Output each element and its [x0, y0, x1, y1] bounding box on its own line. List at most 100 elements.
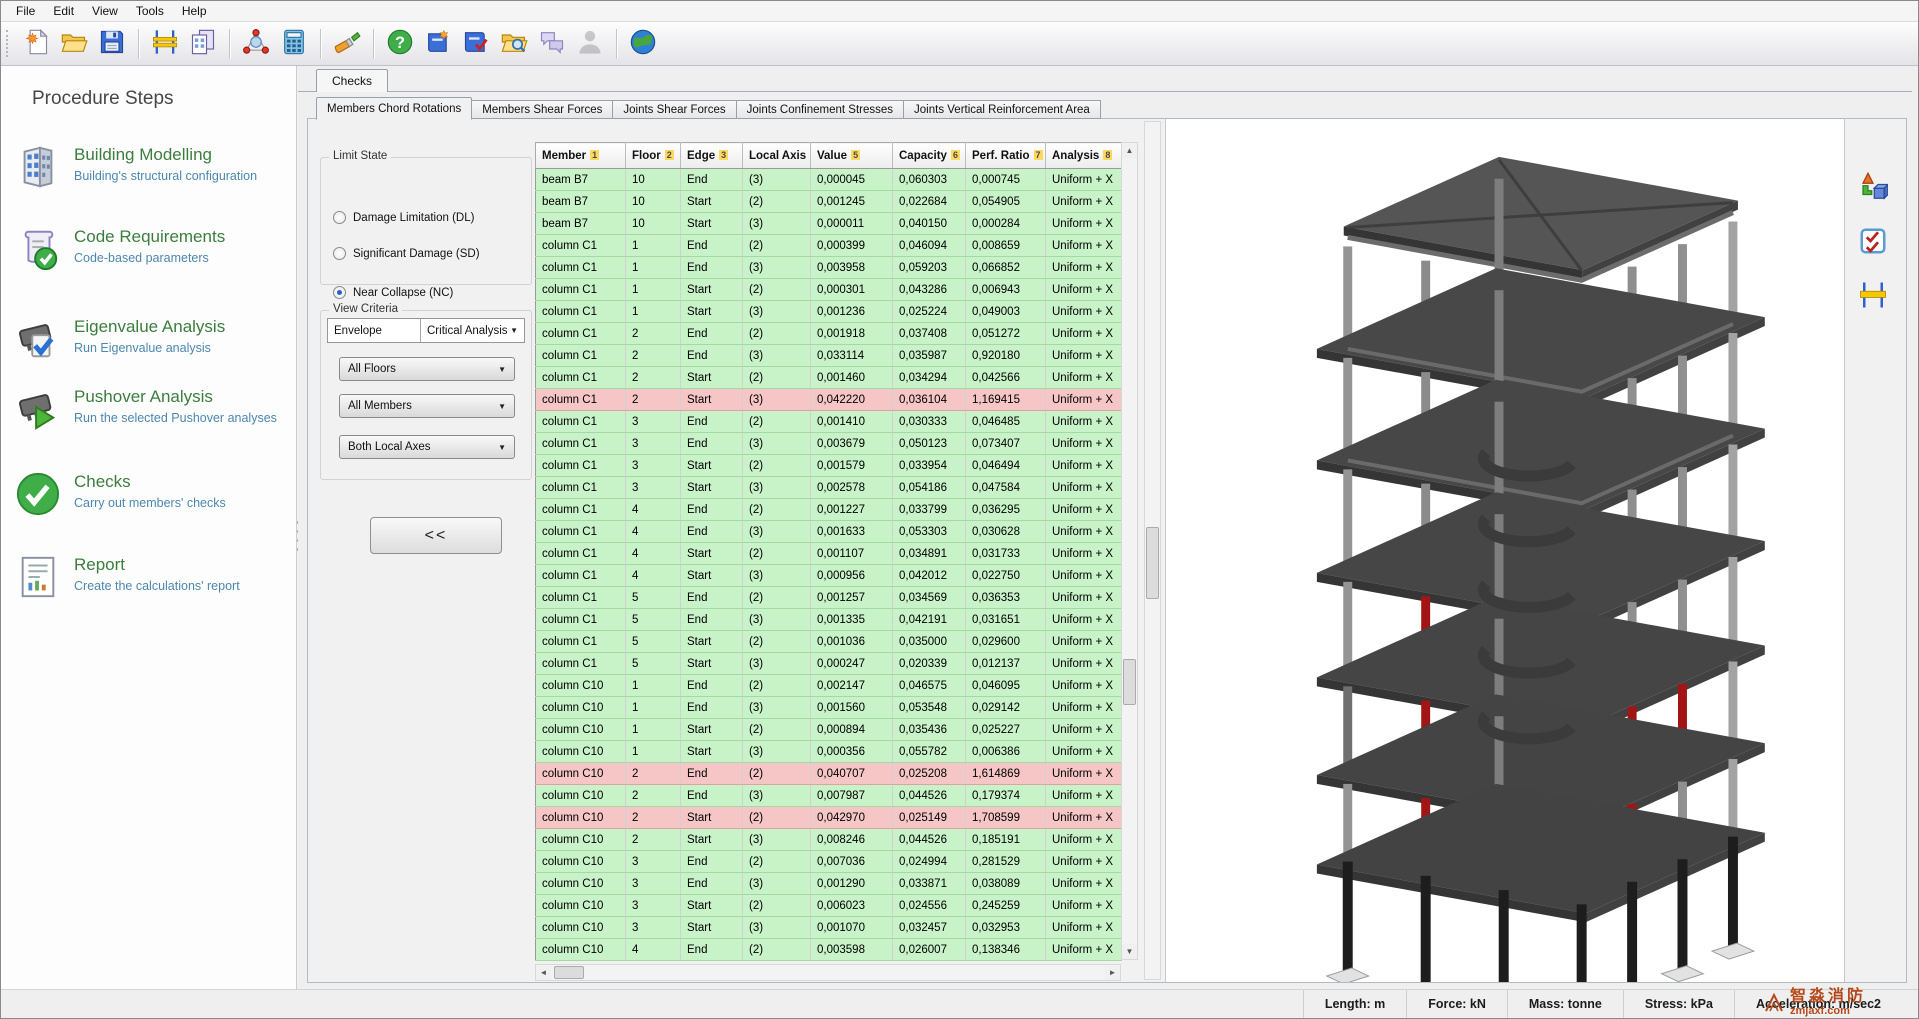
frame-section-button[interactable]: [1855, 278, 1891, 314]
table-row-critical[interactable]: column C1 2 Start (3) 0,042220 0,036104 1,1694…: [535, 388, 1122, 411]
scroll-down-icon[interactable]: ▼: [1122, 944, 1137, 959]
table-row[interactable]: beam B7 10 End (3) 0,000045 0,060303 0,000745 U…: [535, 168, 1122, 191]
table-row[interactable]: column C1 4 End (2) 0,001227 0,033799 0,036295…: [535, 498, 1122, 521]
table-row[interactable]: beam B7 10 Start (2) 0,001245 0,022684 0,05490…: [535, 190, 1122, 213]
frame-button[interactable]: [147, 26, 183, 62]
paintbrush-button[interactable]: [329, 26, 365, 62]
sidebar-item-pushover-analysis[interactable]: Pushover Analysis Run the selected Pushov…: [15, 386, 290, 432]
subtab-members-chord-rotations[interactable]: Members Chord Rotations: [316, 97, 473, 120]
envelope-mode-combo[interactable]: Envelope Critical Analysis ▼: [327, 318, 525, 343]
table-row[interactable]: column C10 1 End (2) 0,002147 0,046575 0,04609…: [535, 674, 1122, 697]
table-row[interactable]: column C10 3 Start (3) 0,001070 0,032457 0,032…: [535, 916, 1122, 939]
scroll-right-icon[interactable]: ►: [1105, 965, 1120, 980]
table-row[interactable]: column C1 2 End (3) 0,033114 0,035987 0,920180…: [535, 344, 1122, 367]
calculator-button[interactable]: [276, 26, 312, 62]
checklist-button[interactable]: [1855, 224, 1891, 260]
radio-near-collapse-nc[interactable]: Near Collapse (NC): [333, 286, 453, 299]
sidebar-item-building-modelling[interactable]: Building Modelling Building's structural …: [15, 144, 290, 190]
col-floor[interactable]: Floor 2: [625, 142, 681, 169]
local-axes-combo[interactable]: Both Local Axes ▼: [339, 435, 515, 459]
sidebar-item-checks[interactable]: Checks Carry out members' checks: [15, 471, 290, 517]
save-button[interactable]: [94, 26, 130, 62]
displacement-cube-button[interactable]: [1855, 170, 1891, 206]
table-row[interactable]: column C1 5 Start (2) 0,001036 0,035000 0,0296…: [535, 630, 1122, 653]
table-row[interactable]: column C1 1 Start (3) 0,001236 0,025224 0,0490…: [535, 300, 1122, 323]
cell: 1: [625, 740, 681, 763]
table-row[interactable]: column C1 2 End (2) 0,001918 0,037408 0,051272…: [535, 322, 1122, 345]
table-row[interactable]: column C10 3 Start (2) 0,006023 0,024556 0,245…: [535, 894, 1122, 917]
col-analysis[interactable]: Analysis 8: [1045, 142, 1122, 169]
new-document-button[interactable]: [18, 26, 54, 62]
table-hscroll-thumb[interactable]: [554, 966, 584, 979]
table-row[interactable]: column C10 1 Start (3) 0,000356 0,055782 0,006…: [535, 740, 1122, 763]
menu-help[interactable]: Help: [173, 2, 216, 20]
help-button[interactable]: ?: [382, 26, 418, 62]
menu-view[interactable]: View: [83, 2, 127, 20]
table-vscroll-thumb[interactable]: [1123, 659, 1136, 705]
tab-checks[interactable]: Checks: [316, 69, 389, 92]
table-row[interactable]: column C1 4 End (3) 0,001633 0,053303 0,030628…: [535, 520, 1122, 543]
collapse-panel-button[interactable]: <<: [370, 517, 502, 554]
comments-button[interactable]: [534, 26, 570, 62]
table-row-critical[interactable]: column C10 2 End (2) 0,040707 0,025208 1,61486…: [535, 762, 1122, 785]
scroll-left-icon[interactable]: ◄: [536, 965, 551, 980]
table-row[interactable]: column C10 3 End (3) 0,001290 0,033871 0,03808…: [535, 872, 1122, 895]
table-row[interactable]: column C1 1 End (3) 0,003958 0,059203 0,066852…: [535, 256, 1122, 279]
table-row[interactable]: column C1 3 Start (3) 0,002578 0,054186 0,0475…: [535, 476, 1122, 499]
table-row[interactable]: column C1 2 Start (2) 0,001460 0,034294 0,0425…: [535, 366, 1122, 389]
table-row[interactable]: column C1 1 End (2) 0,000399 0,046094 0,008659…: [535, 234, 1122, 257]
model-3d-button[interactable]: [238, 26, 274, 62]
sidebar-item-report[interactable]: Report Create the calculations' report: [15, 554, 290, 600]
open-folder-button[interactable]: [56, 26, 92, 62]
book-check-button[interactable]: [458, 26, 494, 62]
scroll-up-icon[interactable]: ▲: [1122, 143, 1137, 158]
table-row-critical[interactable]: column C10 2 Start (2) 0,042970 0,025149 1,708…: [535, 806, 1122, 829]
globe-button[interactable]: [625, 26, 661, 62]
table-row[interactable]: beam B7 10 Start (3) 0,000011 0,040150 0,00028…: [535, 212, 1122, 235]
radio-damage-limitation-dl[interactable]: Damage Limitation (DL): [333, 211, 474, 224]
menu-file[interactable]: File: [7, 2, 44, 20]
col-value[interactable]: Value 5: [810, 142, 893, 169]
menu-edit[interactable]: Edit: [44, 2, 83, 20]
col-edge[interactable]: Edge 3: [680, 142, 743, 169]
table-row[interactable]: column C1 5 Start (3) 0,000247 0,020339 0,0121…: [535, 652, 1122, 675]
all-members-combo[interactable]: All Members ▼: [339, 394, 515, 418]
table-row[interactable]: column C10 2 Start (3) 0,008246 0,044526 0,185…: [535, 828, 1122, 851]
radio-significant-damage-sd[interactable]: Significant Damage (SD): [333, 247, 480, 260]
table-vscrollbar[interactable]: ▲ ▼: [1121, 142, 1138, 960]
table-row[interactable]: column C1 3 End (3) 0,003679 0,050123 0,073407…: [535, 432, 1122, 455]
table-row[interactable]: column C1 3 End (2) 0,001410 0,030333 0,046485…: [535, 410, 1122, 433]
user-disabled-button[interactable]: [572, 26, 608, 62]
sidebar-item-eigenvalue-analysis[interactable]: Eigenvalue Analysis Run Eigenvalue analys…: [15, 316, 290, 362]
table-row[interactable]: column C1 4 Start (3) 0,000956 0,042012 0,0227…: [535, 564, 1122, 587]
col-local-axis[interactable]: Local Axis4: [742, 142, 811, 169]
subtab-joints-confinement-stresses[interactable]: Joints Confinement Stresses: [736, 100, 905, 119]
table-row[interactable]: column C10 2 End (3) 0,007987 0,044526 0,17937…: [535, 784, 1122, 807]
table-row[interactable]: column C10 1 Start (2) 0,000894 0,035436 0,025…: [535, 718, 1122, 741]
panel-vscroll-thumb[interactable]: [1146, 527, 1159, 599]
table-hscrollbar[interactable]: ◄ ►: [535, 964, 1121, 981]
table-row[interactable]: column C1 3 Start (2) 0,001579 0,033954 0,0464…: [535, 454, 1122, 477]
table-row[interactable]: column C10 3 End (2) 0,007036 0,024994 0,28152…: [535, 850, 1122, 873]
col-sort-number: 3: [719, 149, 729, 160]
sidebar-item-code-requirements[interactable]: Code Requirements Code-based parameters: [15, 226, 290, 272]
col-perf-ratio[interactable]: Perf. Ratio 7: [965, 142, 1046, 169]
subtab-joints-shear-forces[interactable]: Joints Shear Forces: [613, 100, 737, 119]
table-row[interactable]: column C1 4 Start (2) 0,001107 0,034891 0,0317…: [535, 542, 1122, 565]
col-member[interactable]: Member 1: [535, 142, 626, 169]
book-add-button[interactable]: [420, 26, 456, 62]
model-3d-viewport[interactable]: [1165, 119, 1845, 1018]
panel-vscrollbar[interactable]: [1144, 121, 1161, 980]
folder-search-button[interactable]: [496, 26, 532, 62]
building-report-button[interactable]: [185, 26, 221, 62]
col-capacity[interactable]: Capacity 6: [892, 142, 966, 169]
table-row[interactable]: column C1 5 End (3) 0,001335 0,042191 0,031651…: [535, 608, 1122, 631]
table-row[interactable]: column C1 5 End (2) 0,001257 0,034569 0,036353…: [535, 586, 1122, 609]
menu-tools[interactable]: Tools: [127, 2, 173, 20]
table-row[interactable]: column C10 1 End (3) 0,001560 0,053548 0,02914…: [535, 696, 1122, 719]
subtab-members-shear-forces[interactable]: Members Shear Forces: [472, 100, 614, 119]
all-floors-combo[interactable]: All Floors ▼: [339, 357, 515, 381]
table-row[interactable]: column C1 1 Start (2) 0,000301 0,043286 0,0069…: [535, 278, 1122, 301]
table-row[interactable]: column C10 4 End (2) 0,003598 0,026007 0,13834…: [535, 938, 1122, 961]
subtab-joints-vertical-reinforcement-area[interactable]: Joints Vertical Reinforcement Area: [904, 100, 1101, 119]
